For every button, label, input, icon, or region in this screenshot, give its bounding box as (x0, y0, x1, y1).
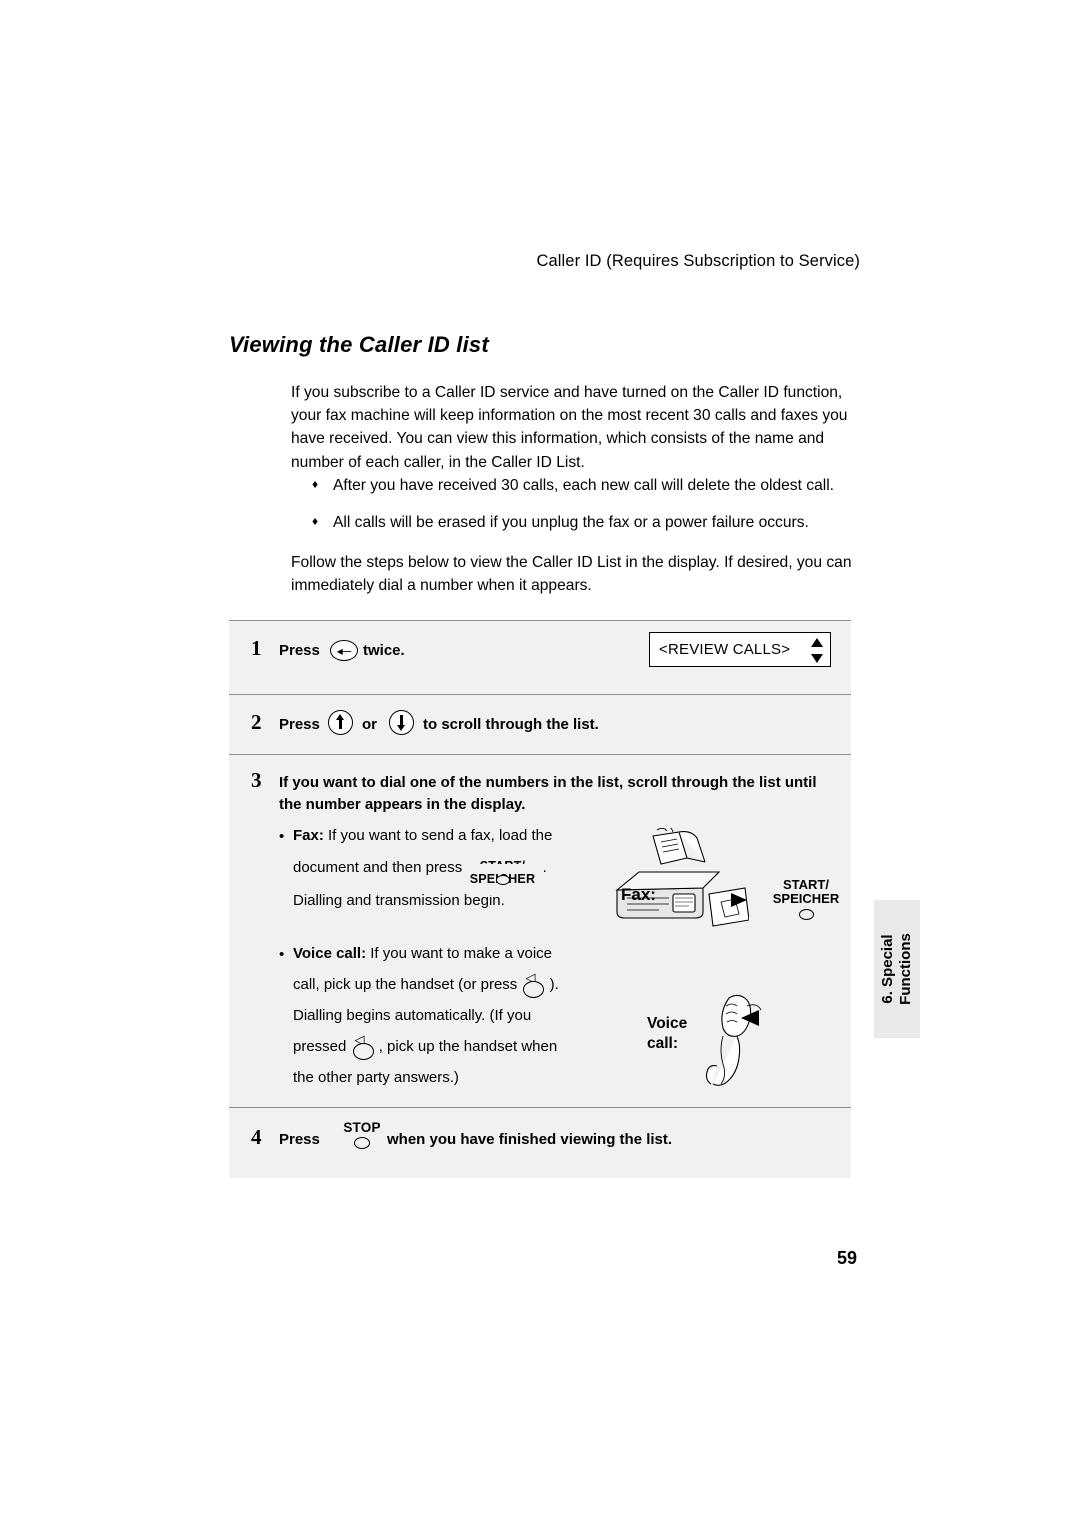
voice-callout-line2: call: (647, 1035, 679, 1052)
fax-lead-label: Fax: (293, 827, 324, 844)
step-2-press-label: Press (279, 716, 320, 733)
step-4-tail-label: when you have finished viewing the list. (387, 1131, 673, 1148)
steps-panel: 1 Press ◂─ twice. <REVIEW CALLS> 2 Press… (229, 620, 851, 1178)
list-item: ♦ All calls will be erased if you unplug… (312, 511, 872, 534)
fax-line-2: document and then press START/ SPEICHER … (293, 851, 609, 895)
running-head: Caller ID (Requires Subscription to Serv… (536, 252, 860, 270)
fax-line-2-pre: document and then press (293, 858, 463, 876)
voice-line-5: the other party answers.) (293, 1069, 459, 1087)
divider (229, 1107, 851, 1108)
list-item-text: All calls will be erased if you unplug t… (333, 514, 809, 531)
document-page: Caller ID (Requires Subscription to Serv… (0, 0, 1080, 1528)
voice-line-4: pressed ◁ , pick up the handset when (293, 1031, 609, 1062)
speaker-key-icon: ◁ (521, 970, 545, 1000)
arrow-left-icon (741, 1010, 759, 1026)
divider (229, 620, 851, 621)
fax-line-2-post: . (542, 858, 547, 876)
step-1-press-label: Press (279, 642, 320, 659)
list-item-text: After you have received 30 calls, each n… (333, 477, 835, 494)
round-bullet-icon: • (279, 828, 285, 845)
step-2-number: 2 (251, 710, 262, 734)
voice-lead-label: Voice call: (293, 945, 367, 962)
divider (229, 694, 851, 695)
speaker-key-icon: ◁ (351, 1032, 375, 1062)
caller-id-key-glyph: ◂─ (336, 643, 352, 658)
step-3-text: If you want to dial one of the numbers i… (279, 774, 817, 813)
intro-paragraph: If you subscribe to a Caller ID service … (291, 384, 848, 471)
start-speicher-key-icon: START/ SPEICHER (468, 851, 537, 895)
step-1-twice-label: twice. (363, 642, 405, 659)
voice-callout-line1: Voice (647, 1015, 688, 1032)
step-3-fax-item: • Fax: If you want to send a fax, load t… (279, 820, 609, 916)
voice-callout-label: Voice call: (647, 1014, 687, 1054)
voice-line-2: call, pick up the handset (or press ◁ ). (293, 969, 609, 1000)
step-1-number: 1 (251, 636, 262, 660)
fax-machine-illustration (615, 828, 749, 927)
follow-paragraph: Follow the steps below to view the Calle… (291, 554, 852, 595)
step-2-or-label: or (362, 716, 377, 733)
start-graphic-line1: START/ (783, 877, 829, 892)
voice-line-3: Dialling begins automatically. (If you (293, 1007, 532, 1025)
side-tab-line1: 6. Special (879, 934, 896, 1004)
voice-line-1: Voice call: If you want to make a voice (293, 938, 609, 969)
step-3-number: 3 (251, 768, 262, 792)
stop-key-label: STOP (343, 1120, 381, 1135)
lcd-display-text: <REVIEW CALLS> (659, 641, 791, 658)
triangle-down-icon (811, 654, 823, 663)
start-graphic-button-glyph (798, 909, 814, 920)
side-tab-line2: Functions (897, 933, 914, 1005)
voice-line-2-post: ). (549, 976, 559, 993)
display-scroll-arrows-icon (811, 638, 823, 663)
speaker-key-button (523, 981, 545, 999)
fax-callout-label: Fax: (621, 885, 656, 904)
diamond-bullet-icon: ♦ (312, 477, 319, 491)
speaker-key-button (352, 1043, 374, 1061)
arrow-down-stem (399, 715, 404, 725)
lcd-display: <REVIEW CALLS> (649, 632, 831, 667)
arrow-down-key-icon (389, 710, 414, 735)
arrow-down-head (397, 725, 405, 731)
chapter-side-tab: 6. Special Functions (874, 900, 920, 1038)
arrow-right-icon (731, 893, 747, 907)
arrow-up-stem (338, 719, 343, 729)
start-speicher-graphic: START/ SPEICHER (765, 878, 847, 920)
page-number: 59 (836, 1248, 857, 1268)
stop-key-button-glyph (354, 1137, 370, 1149)
arrow-up-key-icon (328, 710, 353, 735)
fax-item-body: Fax: If you want to send a fax, load the… (293, 820, 609, 916)
chapter-side-tab-label: 6. Special Functions (879, 933, 915, 1005)
voice-line-1-text: If you want to make a voice (366, 945, 553, 962)
fax-line-1-text: If you want to send a fax, load the (323, 827, 553, 844)
fax-line-3: Dialling and transmission begin. (293, 892, 505, 909)
triangle-up-icon (811, 638, 823, 647)
page-title: Viewing the Caller ID list (229, 332, 489, 357)
step-4-press-label: Press (279, 1131, 320, 1148)
voice-item-body: Voice call: If you want to make a voice … (293, 938, 609, 1093)
start-graphic-line2: SPEICHER (772, 891, 840, 906)
round-bullet-icon: • (279, 946, 285, 963)
bullet-list: ♦ After you have received 30 calls, each… (312, 474, 872, 548)
step-2-tail-label: to scroll through the list. (423, 716, 599, 733)
divider (229, 754, 851, 755)
voice-line-2-pre: call, pick up the handset (or press (293, 976, 518, 993)
handset-illustration (705, 994, 762, 1086)
list-item: ♦ After you have received 30 calls, each… (312, 474, 872, 497)
voice-line-4-pre: pressed (293, 1038, 347, 1056)
step-4-number: 4 (251, 1125, 262, 1149)
diamond-bullet-icon: ♦ (312, 514, 319, 528)
fax-line-1: Fax: If you want to send a fax, load the (293, 820, 609, 851)
voice-line-4-post: , pick up the handset when (378, 1038, 558, 1056)
stop-key-icon: STOP (341, 1120, 383, 1154)
caller-id-key-icon: ◂─ (330, 640, 358, 661)
step-3-voice-item: • Voice call: If you want to make a voic… (279, 938, 609, 1093)
